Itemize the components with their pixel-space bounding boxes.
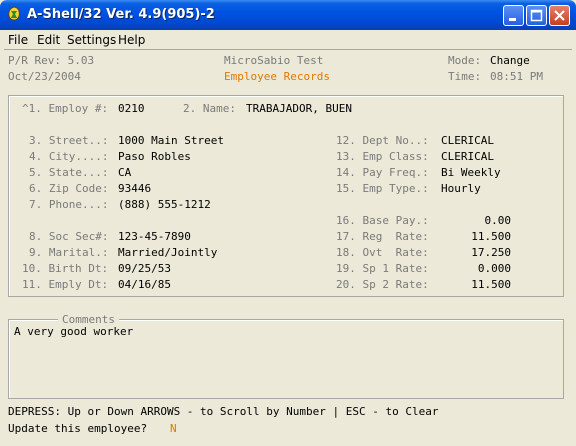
field-sp1-rate[interactable]: 0.000	[441, 262, 511, 275]
time-value: 08:51 PM	[490, 70, 543, 83]
company-name: MicroSabio Test	[224, 54, 324, 67]
field-label-street: 3. Street..:	[29, 134, 109, 147]
menu-file[interactable]: File	[8, 33, 28, 47]
field-sp2-rate[interactable]: 11.500	[441, 278, 511, 291]
field-label-ssn: 8. Soc Sec#:	[29, 230, 109, 243]
comments-text[interactable]: A very good worker	[14, 325, 133, 338]
field-label-name: 2. Name:	[183, 102, 236, 115]
field-label-state: 5. State...:	[29, 166, 109, 179]
update-answer[interactable]: N	[170, 422, 177, 435]
field-label-sp1-rate: 19. Sp 1 Rate:	[336, 262, 429, 275]
field-base-pay[interactable]: 0.00	[441, 214, 512, 227]
field-label-sp2-rate: 20. Sp 2 Rate:	[336, 278, 429, 291]
title-bar[interactable]: A-Shell/32 Ver. 4.9(905)-2	[0, 0, 576, 30]
field-employ-date[interactable]: 04/16/85	[118, 278, 171, 291]
field-dept-no[interactable]: CLERICAL	[441, 134, 494, 147]
field-state[interactable]: CA	[118, 166, 131, 179]
field-ovt-rate[interactable]: 17.250	[441, 246, 511, 259]
field-ssn[interactable]: 123-45-7890	[118, 230, 191, 243]
field-phone[interactable]: (888) 555-1212	[118, 198, 211, 211]
field-label-city: 4. City....:	[29, 150, 109, 163]
minimize-icon	[509, 18, 516, 21]
terminal-screen: P/R Rev: 5.03 Oct/23/2004 MicroSabio Tes…	[4, 49, 572, 443]
menu-edit[interactable]: Edit	[37, 33, 60, 47]
close-button[interactable]	[549, 5, 570, 26]
field-zip[interactable]: 93446	[118, 182, 151, 195]
window-title: A-Shell/32 Ver. 4.9(905)-2	[27, 7, 215, 22]
close-icon	[554, 10, 565, 21]
field-emp-class[interactable]: CLERICAL	[441, 150, 494, 163]
maximize-button[interactable]	[526, 5, 547, 26]
field-employ-no[interactable]: 0210	[118, 102, 145, 115]
field-label-phone: 7. Phone...:	[29, 198, 109, 211]
app-logo-icon	[8, 6, 20, 21]
menu-settings[interactable]: Settings	[67, 33, 116, 47]
menu-help[interactable]: Help	[118, 33, 145, 47]
field-street[interactable]: 1000 Main Street	[118, 134, 224, 147]
field-label-emp-class: 13. Emp Class:	[336, 150, 429, 163]
field-birth-date[interactable]: 09/25/53	[118, 262, 171, 275]
field-emp-type[interactable]: Hourly	[441, 182, 481, 195]
mode-value: Change	[490, 54, 530, 67]
field-label-marital: 9. Marital.:	[29, 246, 109, 259]
field-label-employ-date: 11. Emply Dt:	[22, 278, 109, 291]
module-title: Employee Records	[224, 70, 330, 83]
mode-label: Mode:	[448, 54, 482, 67]
minimize-button[interactable]	[503, 5, 524, 26]
current-date: Oct/23/2004	[8, 70, 81, 83]
field-label-reg-rate: 17. Reg Rate:	[336, 230, 429, 243]
field-label-employ-no: ^1. Employ #:	[22, 102, 109, 115]
field-label-zip: 6. Zip Code:	[29, 182, 109, 195]
field-label-birth-date: 10. Birth Dt:	[22, 262, 109, 275]
time-label: Time:	[448, 70, 482, 83]
help-line: DEPRESS: Up or Down ARROWS - to Scroll b…	[8, 405, 439, 418]
field-name[interactable]: TRABAJADOR, BUEN	[246, 102, 352, 115]
menu-bar: File Edit Settings Help	[0, 30, 576, 49]
field-label-dept-no: 12. Dept No..:	[336, 134, 429, 147]
payroll-revision: P/R Rev: 5.03	[8, 54, 95, 67]
field-pay-freq[interactable]: Bi Weekly	[441, 166, 501, 179]
maximize-icon	[530, 9, 543, 22]
field-label-pay-freq: 14. Pay Freq.:	[336, 166, 429, 179]
field-reg-rate[interactable]: 11.500	[441, 230, 511, 243]
app-window: A-Shell/32 Ver. 4.9(905)-2 File Edit Set…	[0, 0, 576, 446]
field-marital[interactable]: Married/Jointly	[118, 246, 217, 259]
field-label-base-pay: 16. Base Pay.:	[336, 214, 429, 227]
field-label-emp-type: 15. Emp Type.:	[336, 182, 429, 195]
update-prompt: Update this employee?	[8, 422, 148, 435]
field-label-ovt-rate: 18. Ovt Rate:	[336, 246, 429, 259]
field-city[interactable]: Paso Robles	[118, 150, 191, 163]
